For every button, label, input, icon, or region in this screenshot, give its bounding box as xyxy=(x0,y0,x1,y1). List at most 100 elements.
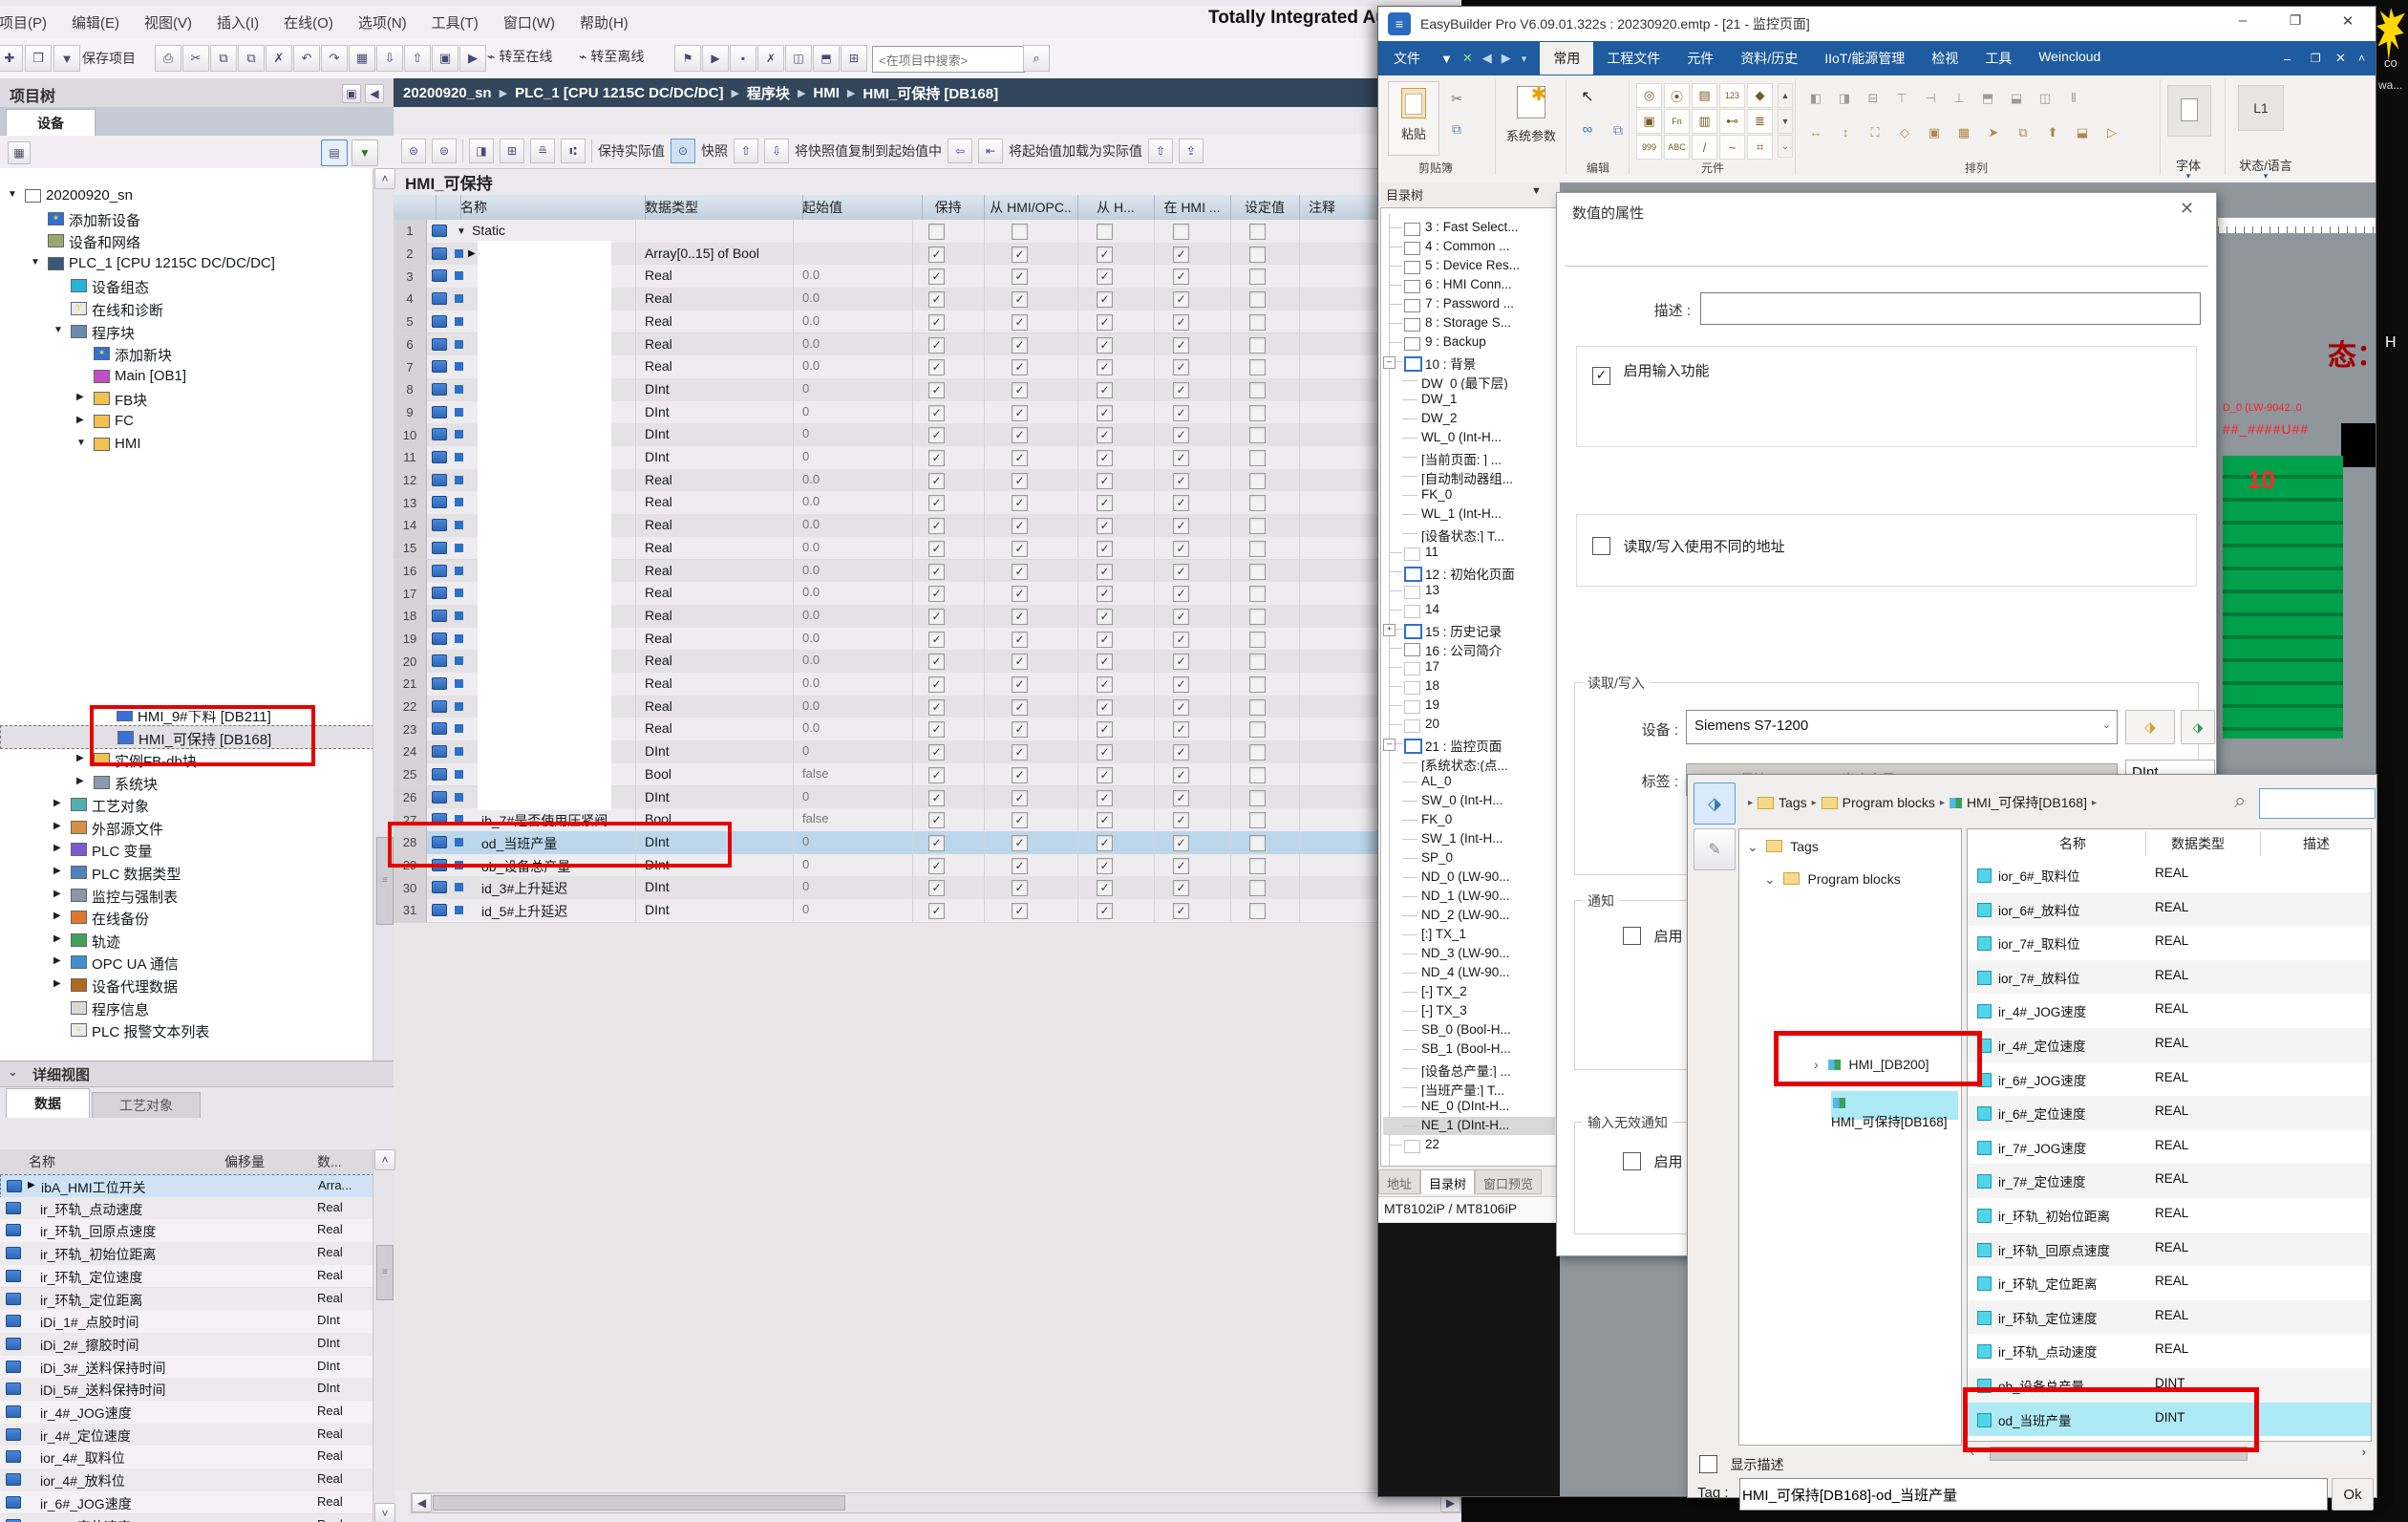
retain-checkbox[interactable] xyxy=(1012,699,1028,716)
tag-row[interactable]: ir_6#_JOG速度REAL xyxy=(1968,1062,2371,1097)
retain-checkbox[interactable] xyxy=(1012,609,1028,625)
collapse-icon[interactable]: – xyxy=(1383,739,1396,751)
ribbon-tab-常用[interactable]: 常用 xyxy=(1540,42,1593,75)
retain-checkbox[interactable] xyxy=(1097,450,1113,466)
element-tool-icon[interactable]: ⦿ xyxy=(1664,83,1690,108)
detail-row[interactable]: ir_4#_JOG速度Real xyxy=(0,1401,373,1425)
expand-all-icon[interactable]: ⊞ xyxy=(500,139,524,163)
load-up-icon[interactable]: ⇧ xyxy=(1148,139,1173,163)
scroll-up-icon[interactable]: ˄ xyxy=(374,1149,395,1170)
scroll-thumb[interactable]: ≡ xyxy=(376,1245,394,1300)
toc-item[interactable]: ND_0 (LW-90... xyxy=(1383,868,1555,887)
retain-checkbox[interactable] xyxy=(928,427,945,443)
font-label[interactable]: 字体 xyxy=(2158,156,2219,171)
toc-item[interactable]: WL_1 (Int-H... xyxy=(1383,505,1555,524)
element-tool-icon[interactable]: ≣ xyxy=(1747,109,1773,134)
breadcrumb-item[interactable]: 20200920_sn xyxy=(403,85,492,101)
retain-checkbox[interactable] xyxy=(928,495,945,511)
checkbox[interactable] xyxy=(1097,224,1113,240)
chevron-right-icon[interactable]: ▶ xyxy=(76,415,84,425)
detail-row[interactable]: ir_6#_定位速度Real xyxy=(0,1514,373,1522)
hmi-green-page[interactable]: 10 xyxy=(2223,456,2343,739)
retain-checkbox[interactable] xyxy=(1097,721,1113,738)
eb-titlebar[interactable]: ≡ EasyBuilder Pro V6.09.01.322s : 202309… xyxy=(1378,7,2376,42)
retain-checkbox[interactable] xyxy=(1097,382,1113,398)
checkbox[interactable] xyxy=(1249,790,1266,806)
retain-checkbox[interactable] xyxy=(928,744,945,761)
align-tool-icon[interactable]: ⊤ xyxy=(1890,87,1913,110)
tree-filter-icon[interactable]: ▦ xyxy=(8,141,31,164)
toc-item[interactable]: 19 xyxy=(1383,697,1555,715)
tree-item[interactable]: ≡PLC 报警文本列表 xyxy=(0,1018,373,1040)
retain-checkbox[interactable] xyxy=(1097,337,1113,354)
toc-item[interactable]: FK_0 xyxy=(1383,486,1555,504)
search-go-icon[interactable]: ⌕ xyxy=(1023,45,1050,72)
enable-input-checkbox[interactable] xyxy=(1592,367,1610,385)
detail-row[interactable]: ir_环轨_点动速度Real xyxy=(0,1197,373,1221)
tree-item[interactable]: ▶FC xyxy=(0,410,373,432)
checkbox[interactable] xyxy=(1249,224,1266,240)
chevron-right-icon[interactable]: ▶ xyxy=(468,248,478,260)
tab-toc[interactable]: 目录树 xyxy=(1420,1169,1475,1194)
chevron-down-icon[interactable]: ▼ xyxy=(76,438,86,448)
tag-row[interactable]: ior_6#_取料位REAL xyxy=(1968,858,2371,892)
retain-checkbox[interactable] xyxy=(1097,495,1113,511)
retain-checkbox[interactable] xyxy=(1012,654,1028,670)
chevron-right-icon[interactable]: ▶ xyxy=(53,798,61,808)
checkbox[interactable] xyxy=(1249,632,1266,648)
cut-icon[interactable]: ✂ xyxy=(182,45,209,72)
checkbox[interactable] xyxy=(1249,359,1266,375)
checkbox[interactable] xyxy=(1249,721,1266,738)
tree-item[interactable]: Y在线和诊断 xyxy=(0,297,373,319)
chevron-right-icon[interactable]: ▶ xyxy=(28,1180,37,1191)
retain-checkbox[interactable] xyxy=(1012,518,1028,534)
show-desc-checkbox[interactable] xyxy=(1699,1455,1717,1473)
retain-checkbox[interactable] xyxy=(1173,676,1189,693)
upload-icon[interactable]: ⇧ xyxy=(404,45,431,72)
retain-checkbox[interactable] xyxy=(928,654,945,670)
pin-panel-icon[interactable]: ▣ xyxy=(342,84,361,103)
hsplit-icon[interactable]: ◫ xyxy=(785,45,812,72)
arrange-tool-icon[interactable]: ⬆ xyxy=(2041,121,2064,144)
align-tool-icon[interactable]: ⫴ xyxy=(2062,87,2085,110)
toc-item[interactable]: [设备状态:] T... xyxy=(1383,525,1555,543)
save-icon[interactable]: ▼ xyxy=(1436,52,1458,66)
retain-checkbox[interactable] xyxy=(1173,314,1189,331)
chevron-right-icon[interactable]: ▶ xyxy=(53,889,61,899)
watch-icon[interactable]: ⑆ xyxy=(561,139,586,163)
checkbox[interactable] xyxy=(1249,767,1266,783)
retain-checkbox[interactable] xyxy=(1173,790,1189,806)
tree-node-tags[interactable]: ⌄ Tags xyxy=(1747,839,1819,855)
retain-checkbox[interactable] xyxy=(1012,903,1028,919)
checkbox[interactable] xyxy=(1249,676,1266,693)
toc-item[interactable]: 16 : 公司简介 xyxy=(1383,639,1555,657)
tree-item[interactable]: 设备组态 xyxy=(0,274,373,296)
detail-row[interactable]: ir_环轨_初始位距离Real xyxy=(0,1242,373,1266)
element-tool-icon[interactable]: ◆ xyxy=(1747,83,1773,108)
arrange-tool-icon[interactable]: ⬓ xyxy=(2071,121,2094,144)
toc-item[interactable]: NE_0 (DInt-H... xyxy=(1383,1098,1555,1116)
menu-item[interactable]: 窗口(W) xyxy=(491,6,567,39)
tree-item[interactable]: ▶PLC 变量 xyxy=(0,838,373,860)
load-start-values-button[interactable]: 将起始值加载为实际值 xyxy=(1009,141,1142,161)
checkbox[interactable] xyxy=(1249,314,1266,331)
detail-row[interactable]: ir_6#_JOG速度Real xyxy=(0,1491,373,1515)
element-tool-icon[interactable]: ABC xyxy=(1664,135,1690,160)
tab-window-preview[interactable]: 窗口预览 xyxy=(1475,1169,1542,1194)
scroll-left-icon[interactable]: ◀ xyxy=(412,1493,432,1512)
align-tool-icon[interactable]: ⬓ xyxy=(2005,87,2028,110)
retain-checkbox[interactable] xyxy=(1173,586,1189,602)
retain-checkbox[interactable] xyxy=(1097,518,1113,534)
retain-checkbox[interactable] xyxy=(1173,427,1189,443)
retain-checkbox[interactable] xyxy=(928,268,945,285)
tree-item[interactable]: 设备和网络 xyxy=(0,229,373,251)
paste-button[interactable]: 粘贴 xyxy=(1388,81,1439,156)
element-tool-icon[interactable]: ~ xyxy=(1719,135,1745,160)
checkbox[interactable] xyxy=(1249,405,1266,421)
tag-row[interactable]: ir_7#_定位速度REAL xyxy=(1968,1164,2371,1198)
tree-item[interactable]: ▶外部源文件 xyxy=(0,816,373,838)
tag-field-input[interactable] xyxy=(1739,1478,2328,1511)
retain-checkbox[interactable] xyxy=(928,721,945,738)
checkbox[interactable] xyxy=(1249,518,1266,534)
tab-tech-objects[interactable]: 工艺对象 xyxy=(92,1092,201,1118)
